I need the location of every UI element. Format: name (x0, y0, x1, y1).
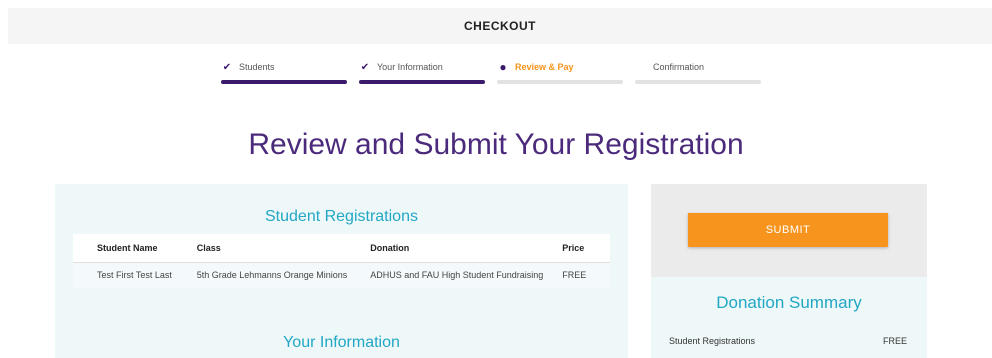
table-row: Test First Test Last 5th Grade Lehmanns … (73, 262, 610, 288)
summary-row-label: Student Registrations (669, 336, 756, 346)
check-icon: ✔ (222, 61, 232, 73)
submit-area: SUBMIT (651, 184, 927, 277)
step-review-pay[interactable]: ● Review & Pay (497, 58, 623, 84)
step-progress-bar (221, 80, 347, 84)
summary-row-value: FREE (882, 336, 907, 346)
step-progress-bar (497, 80, 623, 84)
column-header-class: Class (190, 234, 365, 263)
step-progress-bar (635, 80, 761, 84)
registration-panel: Student Registrations Student Name Class… (55, 184, 628, 358)
table-header-row: Student Name Class Donation Price (73, 234, 610, 263)
checkout-title: CHECKOUT (464, 19, 536, 33)
donation-summary-title: Donation Summary (716, 293, 862, 312)
page-title: Review and Submit Your Registration (248, 128, 744, 161)
column-header-student-name: Student Name (73, 234, 191, 263)
step-students[interactable]: ✔ Students (221, 58, 347, 84)
column-header-donation: Donation (364, 234, 557, 263)
check-icon: ✔ (360, 61, 370, 73)
cell-class: 5th Grade Lehmanns Orange Minions (196, 270, 348, 280)
step-label: Students (239, 62, 275, 72)
step-label: Your Information (377, 62, 443, 72)
submit-button[interactable]: SUBMIT (688, 213, 888, 247)
registrations-table: Student Name Class Donation Price Test F… (73, 234, 610, 288)
step-label: Review & Pay (515, 62, 574, 72)
cell-student-name: Test First Test Last (97, 270, 172, 280)
summary-sidebar: SUBMIT Donation Summary Student Registra… (651, 184, 927, 358)
progress-steps: ✔ Students ✔ Your Information ● Review &… (221, 58, 761, 84)
donation-summary: Donation Summary Student Registrations F… (651, 277, 927, 358)
cell-price: FREE (562, 270, 587, 280)
column-header-price: Price (556, 234, 610, 263)
dot-icon: ● (499, 60, 507, 74)
step-label: Confirmation (653, 62, 705, 72)
step-progress-bar (359, 80, 485, 84)
step-your-information[interactable]: ✔ Your Information (359, 58, 485, 84)
checkout-header: CHECKOUT (8, 8, 992, 44)
summary-row: Student Registrations FREE (669, 336, 907, 346)
your-information-title: Your Information (283, 334, 400, 351)
student-registrations-title: Student Registrations (265, 208, 418, 225)
step-confirmation: Confirmation (635, 58, 761, 84)
cell-donation: ADHUS and FAU High Student Fundraising (370, 270, 544, 280)
